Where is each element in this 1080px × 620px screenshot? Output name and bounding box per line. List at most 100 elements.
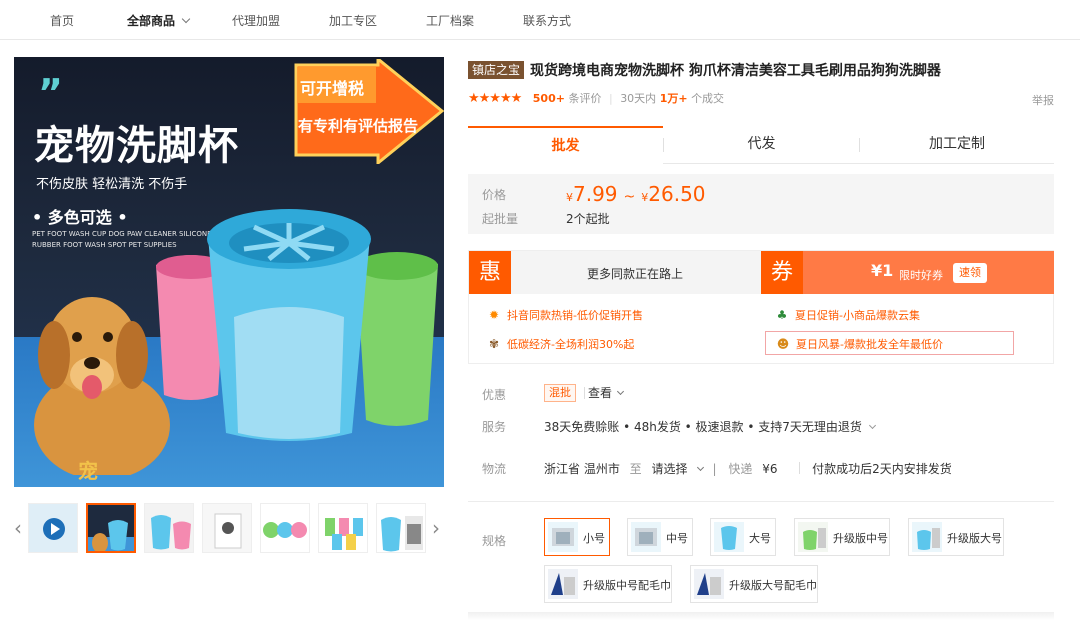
- thumbnail-5[interactable]: [318, 503, 368, 553]
- tab-custom[interactable]: 加工定制: [860, 126, 1054, 164]
- view-discount-button[interactable]: 查看: [588, 384, 625, 401]
- spec-swatch-image: [631, 522, 661, 552]
- thumb-box-icon: [214, 513, 242, 549]
- store-tag: 镇店之宝: [468, 61, 525, 79]
- reviews-count[interactable]: 500+: [533, 92, 565, 105]
- chevron-down-icon: [696, 463, 704, 472]
- thumbnail-strip: ‹ ›: [14, 500, 444, 556]
- thumbnail-1[interactable]: [86, 503, 136, 553]
- thumb-cup-icon: [88, 520, 134, 551]
- ship-note: 付款成功后2天内安排发货: [812, 462, 952, 476]
- spec-option-medium[interactable]: 中号: [627, 518, 693, 556]
- top-nav: 首页 全部商品 代理加盟 加工专区 工厂档案 联系方式: [0, 0, 1080, 40]
- spec-option-upgraded-medium-towel[interactable]: 升级版中号配毛巾: [544, 565, 672, 603]
- price-tilde: ~: [623, 189, 636, 205]
- spec-option-label: 升级版大号配毛巾: [729, 579, 817, 592]
- divider: |: [608, 92, 613, 105]
- brand-logo: 宠: [78, 459, 98, 483]
- product-title: 现货跨境电商宠物洗脚杯 狗爪杯清洁美容工具毛刷用品狗狗洗脚器: [530, 63, 941, 79]
- spec-option-upgraded-large[interactable]: 升级版大号: [908, 518, 1004, 556]
- spec-option-small[interactable]: 小号: [544, 518, 610, 556]
- promo-item-text: 夏日促销-小商品爆款云集: [795, 309, 920, 322]
- nav-agency[interactable]: 代理加盟: [232, 12, 280, 29]
- spec-option-label: 中号: [666, 532, 688, 545]
- report-link[interactable]: 举报: [1032, 92, 1054, 108]
- section-divider: [468, 501, 1054, 502]
- more-label: 更多同款正在路上: [587, 267, 684, 281]
- sun-icon: ✹: [488, 308, 500, 322]
- divider: [799, 462, 801, 474]
- image-title: 宠物洗脚杯: [34, 123, 239, 169]
- logistics-row: 浙江省 温州市 至 请选择 | 快递 ¥6 付款成功后2天内安排发货: [544, 460, 958, 477]
- spec-option-label: 大号: [749, 532, 771, 545]
- coupon-banner[interactable]: 券 ¥1 限时好券 速领: [761, 251, 1054, 294]
- play-icon: [43, 518, 65, 540]
- sales-count: 1万+: [659, 92, 688, 105]
- currency-symbol: ¥: [566, 191, 573, 204]
- spec-swatch-image: [714, 522, 744, 552]
- thumbnail-2[interactable]: [144, 503, 194, 553]
- main-product-image[interactable]: ” 宠物洗脚杯 不伤皮肤 轻松清洗 不伤手 • 多色可选 • PET FOOT …: [14, 57, 444, 487]
- promotions-panel: 惠 更多同款正在路上 券 ¥1 限时好券 速领 ✹ 抖音同款热销-低价促销开售 ♣…: [468, 250, 1054, 364]
- promo-item[interactable]: ☻ 夏日风暴-爆款批发全年最低价: [765, 331, 1014, 355]
- leaf-icon: ♣: [776, 308, 788, 322]
- spec-swatch-image: [694, 569, 724, 599]
- service-text[interactable]: 38天免费赊账 • 48h发货 • 极速退款 • 支持7天无理由退货: [544, 418, 876, 435]
- star-rating-icon: ★★★★★: [468, 91, 522, 106]
- promo-item[interactable]: ✾ 低碳经济-全场利润30%起: [487, 332, 634, 356]
- spec-swatch-image: [548, 522, 578, 552]
- chevron-left-icon[interactable]: ‹: [14, 516, 26, 540]
- tab-dropship[interactable]: 代发: [664, 126, 859, 164]
- coupon-amount: ¥1: [871, 261, 894, 280]
- chevron-right-icon[interactable]: ›: [432, 516, 444, 540]
- thumbnail-3[interactable]: [202, 503, 252, 553]
- spec-option-upgraded-large-towel[interactable]: 升级版大号配毛巾: [690, 565, 818, 603]
- service-label: 服务: [482, 420, 507, 434]
- spec-option-label: 升级版中号配毛巾: [583, 579, 671, 592]
- price-max: 26.50: [648, 182, 706, 206]
- thumbnail-video[interactable]: [28, 503, 78, 553]
- tab-wholesale[interactable]: 批发: [468, 126, 663, 164]
- blue-cup-icon: [207, 209, 371, 441]
- spec-option-label: 升级版中号: [833, 532, 888, 545]
- nav-factory[interactable]: 工厂档案: [426, 12, 474, 29]
- chevron-down-icon: [181, 14, 191, 24]
- thumb-cups-icon: [263, 522, 307, 538]
- sales-period: 30天内: [620, 92, 657, 105]
- view-label: 查看: [588, 386, 613, 400]
- price-range: ¥7.99 ~ ¥26.50: [566, 182, 706, 206]
- express-label: 快递: [728, 462, 753, 476]
- chevron-down-icon: [868, 421, 876, 430]
- spec-swatch-image: [548, 569, 578, 599]
- claim-coupon-button[interactable]: 速领: [953, 263, 987, 283]
- thumb-cup-icon: [151, 515, 191, 550]
- promo-item-text: 夏日风暴-爆款批发全年最低价: [796, 338, 943, 351]
- nav-home[interactable]: 首页: [50, 12, 74, 29]
- spec-option-upgraded-medium[interactable]: 升级版中号: [794, 518, 890, 556]
- nav-contact[interactable]: 联系方式: [523, 12, 571, 29]
- promo-item[interactable]: ♣ 夏日促销-小商品爆款云集: [775, 303, 920, 327]
- thumbnail-6[interactable]: [376, 503, 426, 553]
- spec-swatch-image: [798, 522, 828, 552]
- spec-option-large[interactable]: 大号: [710, 518, 776, 556]
- banner-line1: 可开增税: [300, 79, 365, 98]
- spec-option-label: 小号: [583, 532, 605, 545]
- price-box: 价格 ¥7.99 ~ ¥26.50 起批量 2个起批: [468, 174, 1054, 234]
- destination-select[interactable]: 请选择: [652, 462, 688, 476]
- promo-item[interactable]: ✹ 抖音同款热销-低价促销开售: [487, 303, 643, 327]
- sales-label: 个成交: [691, 92, 725, 105]
- quote-mark: ”: [38, 71, 63, 115]
- promo-item-text: 抖音同款热销-低价促销开售: [507, 309, 643, 322]
- price-label: 价格: [482, 188, 507, 202]
- spec-label: 规格: [482, 534, 507, 548]
- banner-line2: 有专利有评估报告: [298, 117, 419, 135]
- nav-all-products[interactable]: 全部商品: [127, 12, 191, 29]
- moq-value: 2个起批: [566, 212, 610, 226]
- spec-swatch-image: [912, 522, 942, 552]
- thumbnail-4[interactable]: [260, 503, 310, 553]
- divider: [584, 387, 585, 399]
- promo-more[interactable]: 惠 更多同款正在路上: [469, 251, 761, 294]
- nav-processing[interactable]: 加工专区: [329, 12, 377, 29]
- divider: |: [712, 462, 717, 476]
- logistics-label: 物流: [482, 462, 507, 476]
